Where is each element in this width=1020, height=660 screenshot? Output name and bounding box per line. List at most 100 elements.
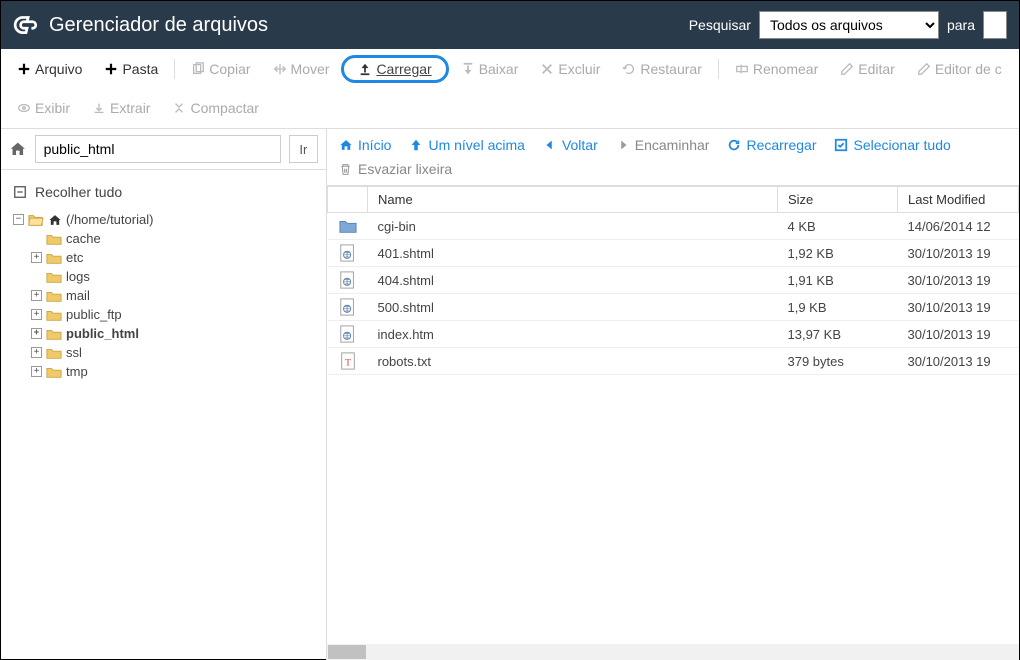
code-editor-button[interactable]: Editor de c [907, 55, 1012, 83]
empty-trash-button[interactable]: Esvaziar lixeira [327, 157, 1019, 185]
expander-icon[interactable]: + [31, 290, 42, 301]
tree-item[interactable]: +public_html [31, 324, 318, 343]
expander-icon[interactable]: − [13, 214, 24, 225]
plus-icon [104, 62, 118, 76]
nav-reload-button[interactable]: Recarregar [727, 137, 816, 153]
restore-button[interactable]: Restaurar [612, 55, 711, 83]
nav-back-button[interactable]: Voltar [543, 137, 598, 153]
col-size[interactable]: Size [778, 187, 898, 213]
compress-button[interactable]: Compactar [162, 94, 268, 122]
rename-button[interactable]: Renomear [725, 55, 828, 83]
reload-icon [727, 138, 741, 152]
home-icon [339, 138, 353, 152]
folder-open-icon [28, 213, 44, 227]
table-row[interactable]: 401.shtml1,92 KB30/10/2013 19 [328, 240, 1019, 267]
tree-item[interactable]: logs [31, 267, 318, 286]
extract-button[interactable]: Extrair [82, 94, 160, 122]
expander-icon[interactable]: + [31, 309, 42, 320]
folder-tree: − (/home/tutorial) cache+etclogs+mail+pu… [1, 210, 326, 393]
move-button[interactable]: Mover [263, 55, 340, 83]
file-type-icon [328, 321, 368, 348]
home-icon[interactable] [9, 140, 27, 158]
forward-icon [616, 138, 630, 152]
table-row[interactable]: Trobots.txt379 bytes30/10/2013 19 [328, 348, 1019, 375]
tree-item-label: public_ftp [66, 307, 122, 322]
tree-item[interactable]: + tmp [31, 362, 318, 381]
copy-button[interactable]: Copiar [181, 55, 260, 83]
folder-icon [46, 346, 62, 360]
upload-button[interactable]: Carregar [341, 55, 448, 83]
file-table-container: Name Size Last Modified cgi-bin4 KB14/06… [327, 185, 1019, 660]
tree-root[interactable]: − (/home/tutorial) [13, 210, 318, 229]
go-button[interactable]: Ir [289, 135, 318, 163]
rename-icon [735, 62, 749, 76]
file-type-icon: T [328, 348, 368, 375]
tree-item[interactable]: + mail [31, 286, 318, 305]
collapse-all-button[interactable]: Recolher tudo [1, 170, 326, 210]
file-modified: 30/10/2013 19 [898, 294, 1019, 321]
trash-icon [339, 163, 352, 176]
upload-icon [358, 62, 372, 76]
edit-button[interactable]: Editar [830, 55, 905, 83]
new-folder-button[interactable]: Pasta [94, 55, 168, 83]
file-size: 4 KB [778, 213, 898, 240]
app-header: Gerenciador de arquivos Pesquisar Todos … [1, 1, 1019, 49]
move-icon [273, 62, 287, 76]
app-title: Gerenciador de arquivos [49, 14, 689, 37]
expander-icon[interactable]: + [31, 328, 42, 339]
edit-icon [840, 62, 854, 76]
file-name: 404.shtml [368, 267, 778, 294]
nav-home-button[interactable]: Início [339, 137, 391, 153]
file-size: 13,97 KB [778, 321, 898, 348]
col-name[interactable]: Name [368, 187, 778, 213]
table-row[interactable]: index.htm13,97 KB30/10/2013 19 [328, 321, 1019, 348]
search-input[interactable] [983, 11, 1007, 39]
file-name: 500.shtml [368, 294, 778, 321]
path-input[interactable] [35, 135, 281, 163]
copy-icon [191, 62, 205, 76]
table-row[interactable]: 404.shtml1,91 KB30/10/2013 19 [328, 267, 1019, 294]
tree-item-label: tmp [66, 364, 88, 379]
content-nav: Início Um nível acima Voltar Encaminhar … [327, 129, 1019, 157]
tree-item[interactable]: cache [31, 229, 318, 248]
tree-item[interactable]: + public_ftp [31, 305, 318, 324]
col-icon[interactable] [328, 187, 368, 213]
expander-icon[interactable]: + [31, 347, 42, 358]
expander-icon[interactable] [31, 271, 42, 282]
expander-icon[interactable]: + [31, 252, 42, 263]
horizontal-scrollbar[interactable] [327, 644, 1019, 660]
nav-up-button[interactable]: Um nível acima [409, 137, 524, 153]
file-name: 401.shtml [368, 240, 778, 267]
new-file-button[interactable]: Arquivo [7, 55, 92, 83]
file-modified: 14/06/2014 12 [898, 213, 1019, 240]
col-modified[interactable]: Last Modified [898, 187, 1019, 213]
file-size: 1,92 KB [778, 240, 898, 267]
view-button[interactable]: Exibir [7, 94, 80, 122]
file-modified: 30/10/2013 19 [898, 348, 1019, 375]
main-toolbar: Arquivo Pasta Copiar Mover Carregar Baix… [1, 49, 1019, 129]
tree-item-label: etc [66, 250, 83, 265]
nav-forward-button[interactable]: Encaminhar [616, 137, 710, 153]
file-type-icon [328, 213, 368, 240]
table-row[interactable]: cgi-bin4 KB14/06/2014 12 [328, 213, 1019, 240]
expander-icon[interactable] [31, 233, 42, 244]
plus-icon [17, 62, 31, 76]
sidebar: Ir Recolher tudo − (/home/tutorial) cach… [1, 129, 327, 660]
search-scope-select[interactable]: Todos os arquivos [759, 11, 939, 39]
tree-item[interactable]: + etc [31, 248, 318, 267]
delete-button[interactable]: Excluir [530, 55, 610, 83]
toolbar-separator [174, 59, 175, 79]
table-row[interactable]: 500.shtml1,9 KB30/10/2013 19 [328, 294, 1019, 321]
file-name: cgi-bin [368, 213, 778, 240]
file-name: index.htm [368, 321, 778, 348]
tree-item-label: mail [66, 288, 90, 303]
expander-icon[interactable]: + [31, 366, 42, 377]
nav-select-all-button[interactable]: Selecionar tudo [834, 137, 950, 153]
file-table: Name Size Last Modified cgi-bin4 KB14/06… [327, 186, 1019, 375]
folder-icon [46, 251, 62, 265]
check-icon [834, 138, 848, 152]
download-button[interactable]: Baixar [451, 55, 529, 83]
folder-icon [46, 270, 62, 284]
tree-item[interactable]: +ssl [31, 343, 318, 362]
home-icon [48, 213, 62, 227]
